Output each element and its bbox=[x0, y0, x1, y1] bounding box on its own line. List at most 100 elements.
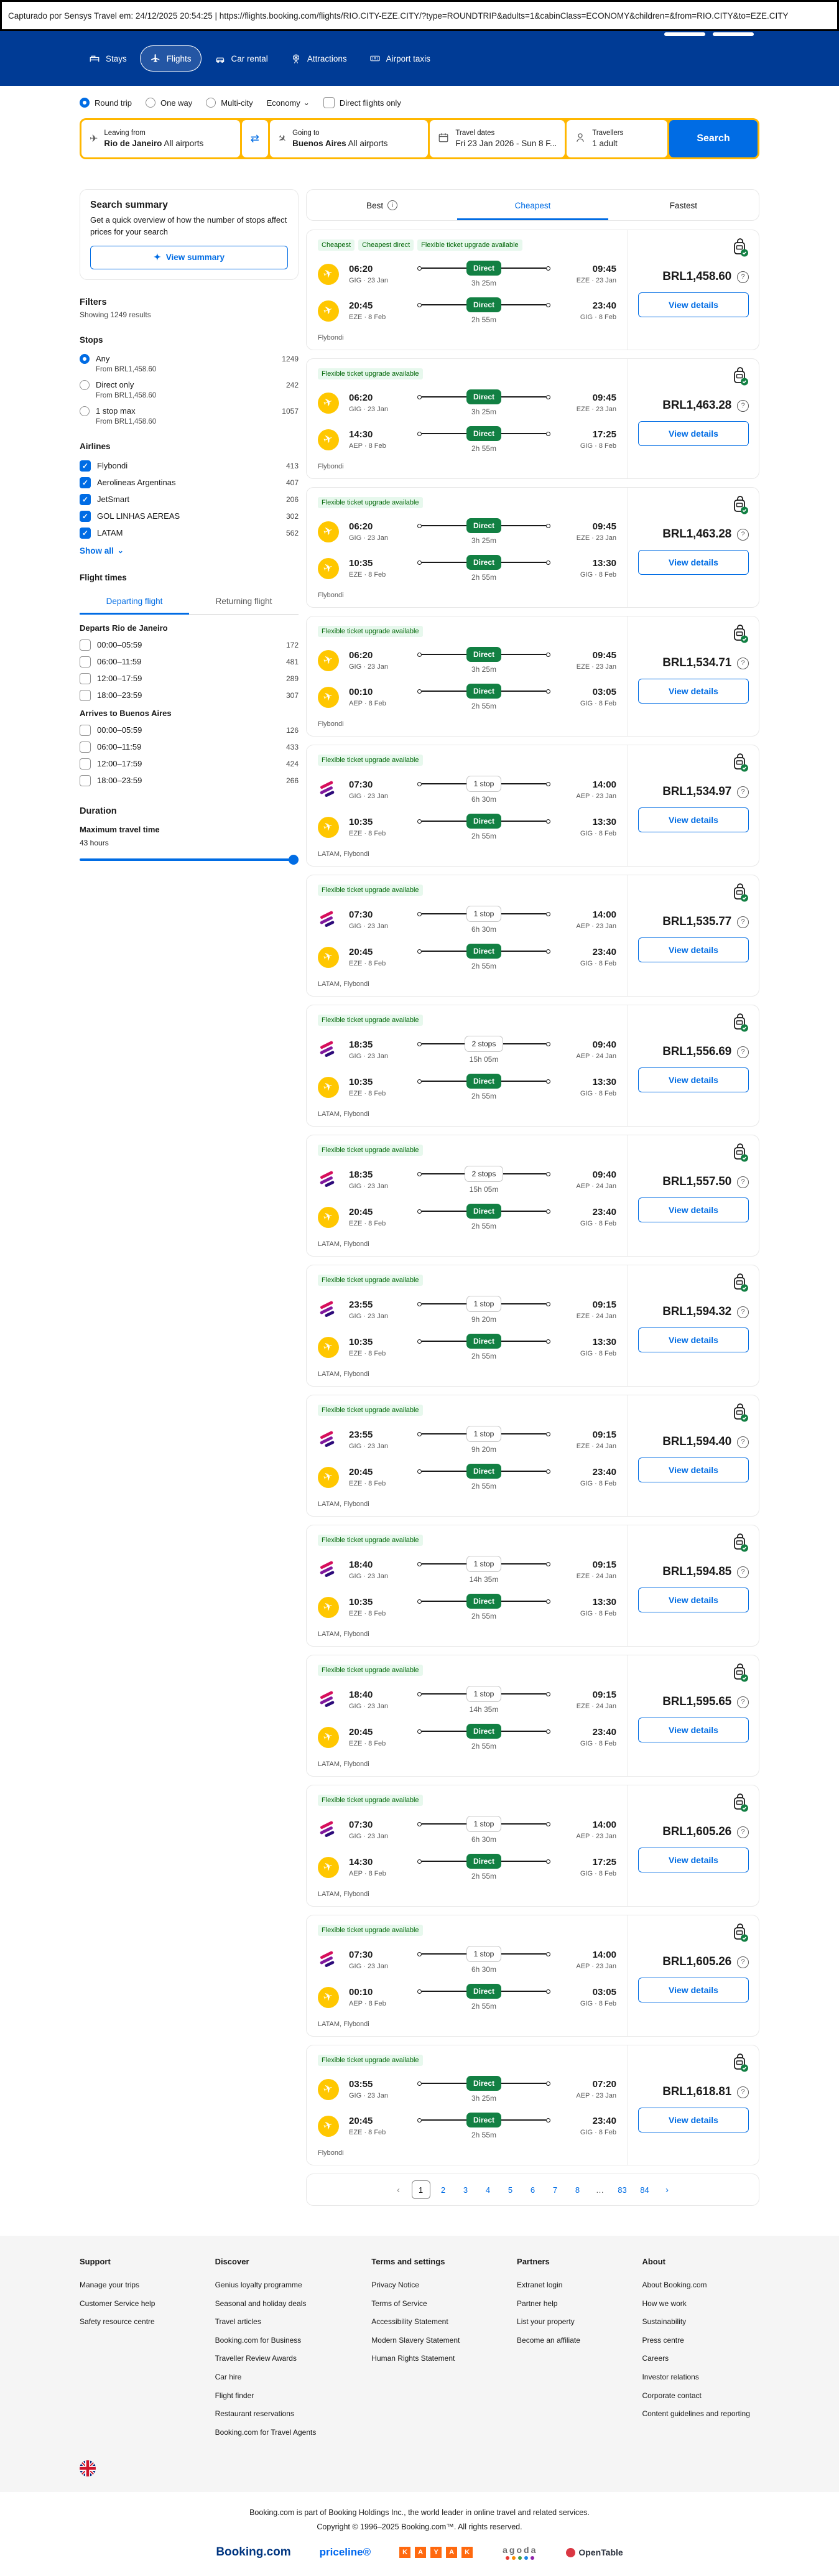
brand-opentable[interactable]: OpenTable bbox=[566, 2547, 623, 2557]
price-info-icon[interactable]: ? bbox=[737, 1306, 749, 1318]
pagination-next[interactable]: › bbox=[658, 2180, 677, 2199]
footer-link-investor-relations[interactable]: Investor relations bbox=[642, 2368, 759, 2387]
footer-link-booking-com-for-business[interactable]: Booking.com for Business bbox=[215, 2332, 348, 2350]
sort-tab-cheapest[interactable]: Cheapest bbox=[457, 190, 608, 220]
price-info-icon[interactable]: ? bbox=[737, 916, 749, 928]
swap-destinations-button[interactable]: ⇄ bbox=[241, 120, 268, 157]
view-details-button[interactable]: View details bbox=[638, 679, 749, 704]
footer-link-human-rights-statement[interactable]: Human Rights Statement bbox=[371, 2350, 493, 2368]
time-option-arrives-to-buenos-aires-12-00-17-59[interactable]: 12:00–17:59 424 bbox=[80, 754, 299, 771]
show-all-airlines-link[interactable]: Show all ⌄ bbox=[80, 546, 124, 556]
airline-option-aerolineas-argentinas[interactable]: ✓ Aerolineas Argentinas 407 bbox=[80, 473, 299, 490]
price-info-icon[interactable]: ? bbox=[737, 1176, 749, 1188]
footer-link-customer-service-help[interactable]: Customer Service help bbox=[80, 2295, 192, 2313]
footer-link-traveller-review-awards[interactable]: Traveller Review Awards bbox=[215, 2350, 348, 2368]
trip-type-multi-city[interactable]: Multi-city bbox=[206, 98, 253, 108]
price-info-icon[interactable]: ? bbox=[737, 1046, 749, 1058]
price-info-icon[interactable]: ? bbox=[737, 1436, 749, 1448]
sort-tab-best[interactable]: Best i bbox=[307, 190, 457, 220]
brand-priceline[interactable]: priceline® bbox=[320, 2546, 371, 2559]
time-tab-departing-flight[interactable]: Departing flight bbox=[80, 590, 189, 615]
nav-tab-attractions[interactable]: Attractions bbox=[281, 45, 356, 72]
price-info-icon[interactable]: ? bbox=[737, 528, 749, 541]
footer-link-corporate-contact[interactable]: Corporate contact bbox=[642, 2387, 759, 2406]
footer-link-car-hire[interactable]: Car hire bbox=[215, 2368, 348, 2387]
time-option-arrives-to-buenos-aires-18-00-23-59[interactable]: 18:00–23:59 266 bbox=[80, 771, 299, 788]
footer-link-about-booking-com[interactable]: About Booking.com bbox=[642, 2276, 759, 2295]
time-option-departs-rio-de-janeiro-06-00-11-59[interactable]: 06:00–11:59 481 bbox=[80, 652, 299, 669]
pagination-page-5[interactable]: 5 bbox=[501, 2180, 520, 2199]
view-details-button[interactable]: View details bbox=[638, 421, 749, 446]
travellers-field[interactable]: Travellers 1 adult bbox=[567, 120, 667, 157]
price-info-icon[interactable]: ? bbox=[737, 786, 749, 798]
cabin-class-select[interactable]: Economy ⌄ bbox=[267, 98, 310, 108]
footer-link-accessibility-statement[interactable]: Accessibility Statement bbox=[371, 2313, 493, 2332]
time-option-arrives-to-buenos-aires-00-00-05-59[interactable]: 00:00–05:59 126 bbox=[80, 720, 299, 737]
view-details-button[interactable]: View details bbox=[638, 1848, 749, 1872]
search-button[interactable]: Search bbox=[669, 120, 758, 157]
footer-link-sustainability[interactable]: Sustainability bbox=[642, 2313, 759, 2332]
duration-slider[interactable] bbox=[80, 854, 299, 865]
footer-link-flight-finder[interactable]: Flight finder bbox=[215, 2387, 348, 2406]
leaving-from-field[interactable]: ✈ Leaving from Rio de Janeiro All airpor… bbox=[81, 120, 240, 157]
footer-link-become-an-affiliate[interactable]: Become an affiliate bbox=[517, 2332, 618, 2350]
nav-tab-flights[interactable]: Flights bbox=[139, 45, 202, 72]
stops-option-direct-only[interactable]: Direct only 242 bbox=[80, 376, 299, 391]
price-info-icon[interactable]: ? bbox=[737, 271, 749, 283]
view-details-button[interactable]: View details bbox=[638, 1458, 749, 1482]
nav-tab-stays[interactable]: Stays bbox=[80, 45, 136, 72]
view-summary-button[interactable]: ✦ View summary bbox=[90, 245, 288, 269]
pagination-page-6[interactable]: 6 bbox=[524, 2180, 542, 2199]
price-info-icon[interactable]: ? bbox=[737, 399, 749, 412]
view-details-button[interactable]: View details bbox=[638, 1588, 749, 1612]
time-tab-returning-flight[interactable]: Returning flight bbox=[189, 590, 299, 615]
direct-flights-only-checkbox[interactable]: Direct flights only bbox=[323, 97, 401, 108]
time-option-arrives-to-buenos-aires-06-00-11-59[interactable]: 06:00–11:59 433 bbox=[80, 737, 299, 754]
footer-link-privacy-notice[interactable]: Privacy Notice bbox=[371, 2276, 493, 2295]
price-info-icon[interactable]: ? bbox=[737, 1566, 749, 1578]
view-details-button[interactable]: View details bbox=[638, 1718, 749, 1742]
price-info-icon[interactable]: ? bbox=[737, 657, 749, 669]
pagination-page-4[interactable]: 4 bbox=[479, 2180, 498, 2199]
footer-link-content-guidelines-and-reporting[interactable]: Content guidelines and reporting bbox=[642, 2405, 759, 2424]
airline-option-gol-linhas-aereas[interactable]: ✓ GOL LINHAS AEREAS 302 bbox=[80, 506, 299, 523]
trip-type-one-way[interactable]: One way bbox=[145, 98, 192, 108]
footer-link-safety-resource-centre[interactable]: Safety resource centre bbox=[80, 2313, 192, 2332]
time-option-departs-rio-de-janeiro-18-00-23-59[interactable]: 18:00–23:59 307 bbox=[80, 686, 299, 702]
footer-link-extranet-login[interactable]: Extranet login bbox=[517, 2276, 618, 2295]
footer-link-genius-loyalty-programme[interactable]: Genius loyalty programme bbox=[215, 2276, 348, 2295]
pagination-page-7[interactable]: 7 bbox=[546, 2180, 565, 2199]
footer-link-list-your-property[interactable]: List your property bbox=[517, 2313, 618, 2332]
footer-link-modern-slavery-statement[interactable]: Modern Slavery Statement bbox=[371, 2332, 493, 2350]
nav-tab-airport-taxis[interactable]: Airport taxis bbox=[360, 45, 440, 72]
footer-link-seasonal-and-holiday-deals[interactable]: Seasonal and holiday deals bbox=[215, 2295, 348, 2313]
pagination-page-2[interactable]: 2 bbox=[434, 2180, 453, 2199]
price-info-icon[interactable]: ? bbox=[737, 1826, 749, 1838]
airline-option-flybondi[interactable]: ✓ Flybondi 413 bbox=[80, 456, 299, 473]
travel-dates-field[interactable]: Travel dates Fri 23 Jan 2026 - Sun 8 F..… bbox=[430, 120, 565, 157]
pagination-prev[interactable]: ‹ bbox=[389, 2180, 408, 2199]
footer-link-manage-your-trips[interactable]: Manage your trips bbox=[80, 2276, 192, 2295]
view-details-button[interactable]: View details bbox=[638, 1197, 749, 1222]
view-details-button[interactable]: View details bbox=[638, 1328, 749, 1352]
footer-link-partner-help[interactable]: Partner help bbox=[517, 2295, 618, 2313]
time-option-departs-rio-de-janeiro-12-00-17-59[interactable]: 12:00–17:59 289 bbox=[80, 669, 299, 686]
price-info-icon[interactable]: ? bbox=[737, 1696, 749, 1708]
view-details-button[interactable]: View details bbox=[638, 1067, 749, 1092]
footer-link-restaurant-reservations[interactable]: Restaurant reservations bbox=[215, 2405, 348, 2424]
price-info-icon[interactable]: ? bbox=[737, 1956, 749, 1968]
time-option-departs-rio-de-janeiro-00-00-05-59[interactable]: 00:00–05:59 172 bbox=[80, 635, 299, 652]
trip-type-round-trip[interactable]: Round trip bbox=[80, 98, 132, 108]
view-details-button[interactable]: View details bbox=[638, 937, 749, 962]
footer-link-careers[interactable]: Careers bbox=[642, 2350, 759, 2368]
view-details-button[interactable]: View details bbox=[638, 2108, 749, 2132]
uk-flag-icon[interactable] bbox=[80, 2460, 96, 2477]
pagination-page-1[interactable]: 1 bbox=[411, 2180, 430, 2199]
sort-tab-fastest[interactable]: Fastest bbox=[608, 190, 759, 220]
footer-link-booking-com-for-travel-agents[interactable]: Booking.com for Travel Agents bbox=[215, 2424, 348, 2442]
brand-kayak[interactable]: KAYAK bbox=[399, 2547, 474, 2559]
stops-option-1-stop-max[interactable]: 1 stop max 1057 bbox=[80, 402, 299, 417]
going-to-field[interactable]: ✈ Going to Buenos Aires All airports bbox=[269, 120, 429, 157]
price-info-icon[interactable]: ? bbox=[737, 2086, 749, 2098]
view-details-button[interactable]: View details bbox=[638, 550, 749, 575]
